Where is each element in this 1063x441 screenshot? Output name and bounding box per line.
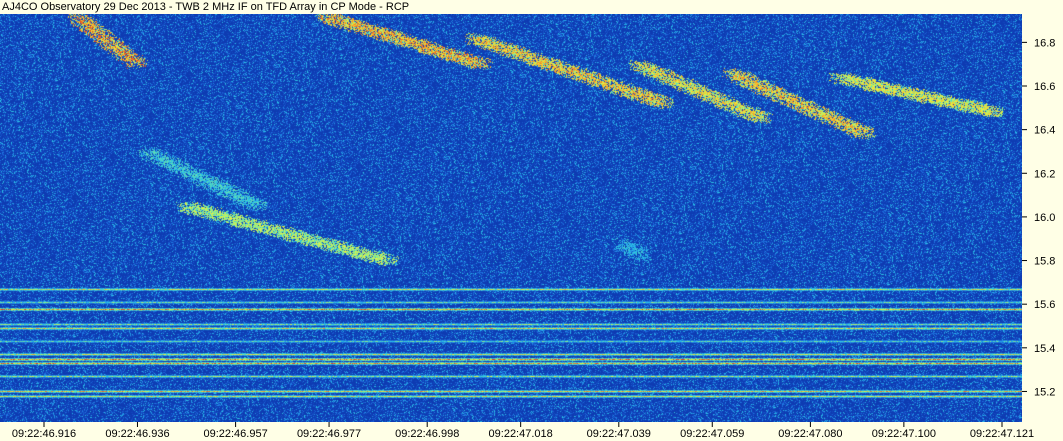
y-tick-label: 16.2: [1034, 168, 1055, 180]
x-tick-label: 09:22:46.916: [12, 428, 76, 440]
y-tick-label: 16.4: [1034, 125, 1055, 137]
x-tick-label: 09:22:47.059: [680, 428, 744, 440]
x-tick-label: 09:22:47.121: [970, 428, 1034, 440]
x-tick-label: 09:22:46.977: [297, 428, 361, 440]
y-tick-label: 15.4: [1034, 343, 1055, 355]
spectrogram-canvas: [0, 14, 1022, 422]
x-tick-label: 09:22:46.998: [395, 428, 459, 440]
x-tick-label: 09:22:47.039: [587, 428, 651, 440]
y-tick-label: 16.0: [1034, 212, 1055, 224]
y-tick-label: 16.8: [1034, 37, 1055, 49]
x-tick-label: 09:22:47.080: [778, 428, 842, 440]
x-tick-label: 09:22:46.957: [203, 428, 267, 440]
chart-title: AJ4CO Observatory 29 Dec 2013 - TWB 2 MH…: [2, 1, 410, 13]
x-tick-label: 09:22:46.936: [105, 428, 169, 440]
x-tick-label: 09:22:47.100: [872, 428, 936, 440]
y-tick-label: 16.6: [1034, 81, 1055, 93]
y-tick-label: 15.6: [1034, 299, 1055, 311]
x-axis: 09:22:46.916 09:22:46.936 09:22:46.957 09:2…: [12, 422, 1034, 440]
x-tick-label: 09:22:47.018: [489, 428, 553, 440]
y-tick-label: 15.8: [1034, 256, 1055, 268]
y-tick-label: 15.2: [1034, 386, 1055, 398]
y-axis: 15.2 15.4 15.6 15.8 16.0 16.2 16.4 16.6 16.8: [1022, 37, 1055, 398]
spectrogram-plot-area: [0, 14, 1022, 422]
